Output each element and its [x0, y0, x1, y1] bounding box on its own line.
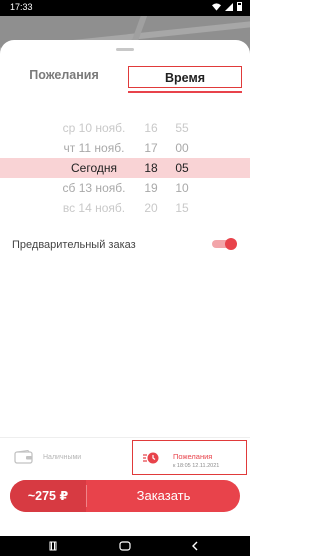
divider: [0, 437, 250, 438]
payment-method-button[interactable]: Наличными: [14, 450, 81, 464]
wifi-icon: [212, 2, 221, 11]
home-icon[interactable]: [119, 541, 131, 551]
signal-icon: [225, 2, 233, 11]
payment-method-label: Наличными: [43, 453, 82, 461]
sheet-drag-handle[interactable]: [116, 48, 134, 51]
picker-hour[interactable]: 19: [140, 178, 162, 198]
order-button-label[interactable]: Заказать: [87, 480, 240, 512]
wishes-summary-subtitle: к 18:05 12.11.2021: [173, 463, 220, 469]
picker-row[interactable]: вс 14 нояб. 20 15: [0, 198, 250, 218]
picker-row[interactable]: ср 10 нояб. 16 55: [0, 118, 250, 138]
picker-day[interactable]: Сегодня: [52, 158, 136, 178]
status-icons: [212, 2, 242, 11]
picker-hour[interactable]: 18: [140, 158, 162, 178]
picker-minute[interactable]: 00: [171, 138, 193, 158]
recents-icon[interactable]: [48, 541, 58, 551]
picker-row-selected[interactable]: Сегодня 18 05: [0, 158, 250, 178]
picker-row[interactable]: сб 13 нояб. 19 10: [0, 178, 250, 198]
wallet-icon: [14, 450, 33, 464]
picker-hour[interactable]: 16: [140, 118, 162, 138]
tab-time[interactable]: Время: [128, 66, 242, 88]
tab-wishes[interactable]: Пожелания: [0, 68, 128, 82]
order-price[interactable]: ~275 ₽: [10, 480, 86, 512]
bottom-sheet: Пожелания Время ср 10 нояб. 16 55 чт 11 …: [0, 40, 250, 556]
picker-day[interactable]: ср 10 нояб.: [52, 118, 136, 138]
picker-hour[interactable]: 17: [140, 138, 162, 158]
preorder-label: Предварительный заказ: [12, 239, 136, 251]
picker-row[interactable]: чт 11 нояб. 17 00: [0, 138, 250, 158]
picker-minute[interactable]: 10: [171, 178, 193, 198]
picker-minute[interactable]: 15: [171, 198, 193, 218]
status-time: 17:33: [10, 2, 33, 12]
wishes-summary-title: Пожелания: [173, 452, 213, 461]
preorder-toggle[interactable]: [212, 238, 237, 250]
picker-day[interactable]: вс 14 нояб.: [52, 198, 136, 218]
back-icon[interactable]: [190, 541, 200, 551]
picker-minute[interactable]: 05: [171, 158, 193, 178]
picker-day[interactable]: чт 11 нояб.: [52, 138, 136, 158]
system-nav-bar: [0, 536, 250, 556]
status-bar: 17:33: [0, 0, 250, 16]
battery-icon: [237, 2, 242, 11]
tab-active-indicator: [128, 91, 242, 93]
clock-icon: [143, 452, 159, 464]
wishes-summary-button[interactable]: Пожелания к 18:05 12.11.2021: [132, 440, 247, 475]
picker-hour[interactable]: 20: [140, 198, 162, 218]
picker-day[interactable]: сб 13 нояб.: [52, 178, 136, 198]
order-button[interactable]: ~275 ₽ Заказать: [10, 480, 240, 512]
picker-minute[interactable]: 55: [171, 118, 193, 138]
